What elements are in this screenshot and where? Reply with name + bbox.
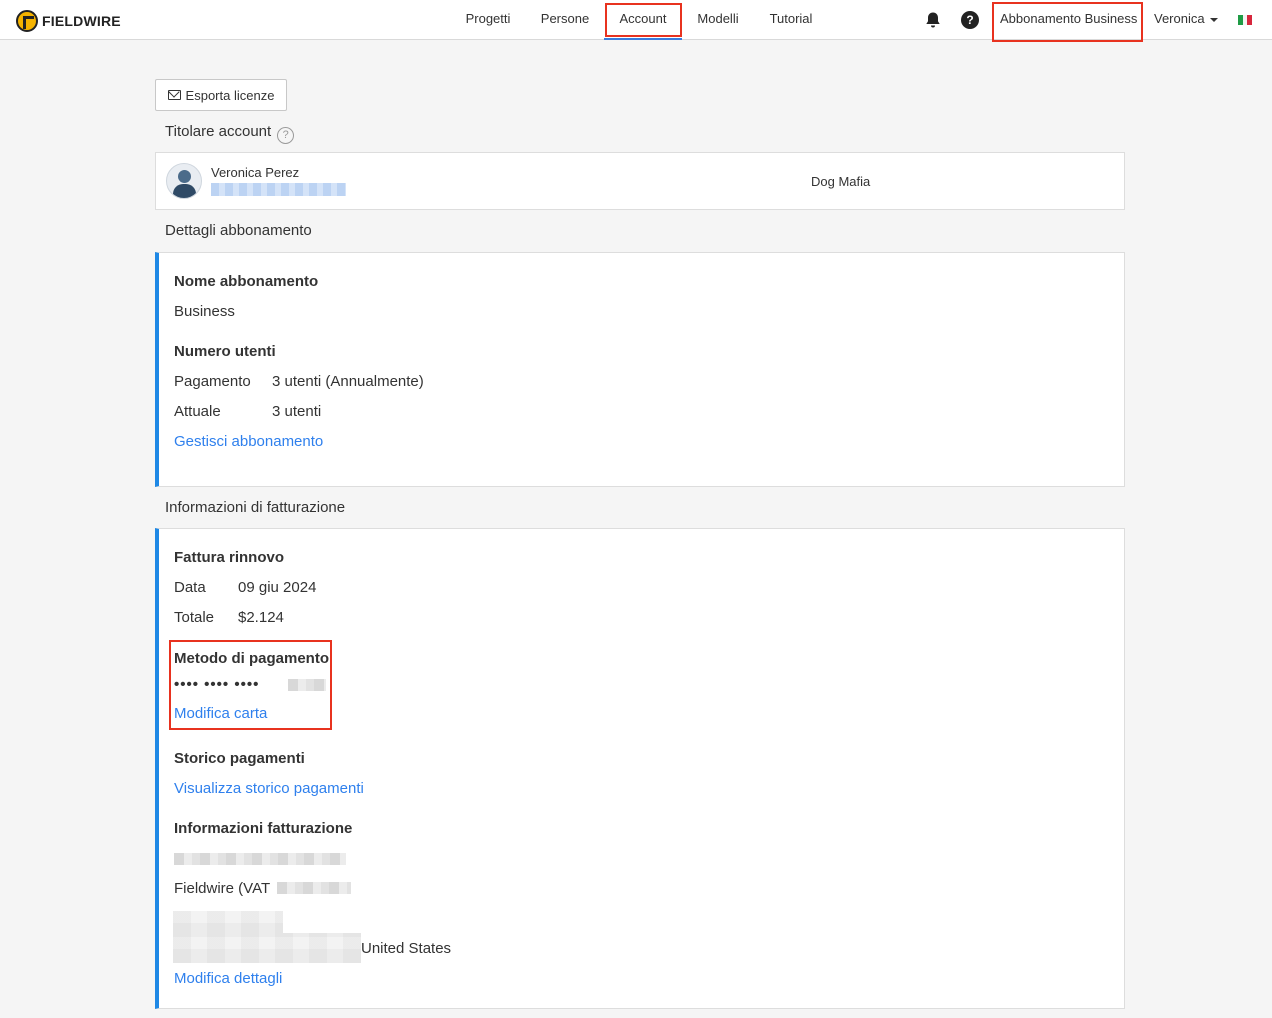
user-name: Veronica: [1154, 11, 1205, 26]
users-count-label: Numero utenti: [174, 343, 276, 360]
export-licenses-label: Esporta licenze: [185, 87, 275, 103]
subscription-plan-label[interactable]: Abbonamento Business: [1000, 11, 1137, 26]
card-last-digits-redacted: [288, 679, 326, 691]
payment-method-label: Metodo di pagamento: [174, 650, 329, 667]
nav-modelli[interactable]: Modelli: [690, 0, 746, 40]
brand-name: FIELDWIRE: [42, 13, 121, 29]
top-nav-bar: FIELDWIRE Progetti Persone Account Model…: [0, 0, 1272, 40]
billing-card: Fattura rinnovo Data 09 giu 2024 Totale …: [155, 528, 1125, 1009]
owner-card: Veronica Perez Dog Mafia: [155, 152, 1125, 210]
owner-email-redacted: [211, 183, 346, 196]
billing-country: United States: [361, 940, 452, 957]
export-licenses-button[interactable]: Esporta licenze: [155, 79, 287, 111]
nav-account[interactable]: Account: [604, 0, 682, 40]
plan-name-label: Nome abbonamento: [174, 273, 319, 290]
nav-persone[interactable]: Persone: [536, 0, 594, 40]
billing-section-title: Informazioni di fatturazione: [165, 499, 346, 516]
payment-users-value: 3 utenti (Annualmente): [272, 373, 424, 390]
italy-flag-icon[interactable]: [1238, 15, 1253, 25]
owner-section-title: Titolare account?: [165, 123, 295, 144]
manage-subscription-link[interactable]: Gestisci abbonamento: [174, 433, 323, 450]
renewal-date-label: Data: [174, 579, 206, 596]
edit-details-link[interactable]: Modifica dettagli: [174, 970, 282, 987]
renewal-date-value: 09 giu 2024: [238, 579, 317, 596]
fieldwire-logo[interactable]: FIELDWIRE: [16, 10, 121, 32]
vat-number-redacted: [277, 882, 351, 894]
subscription-section-title: Dettagli abbonamento: [165, 222, 312, 239]
help-icon[interactable]: ?: [961, 11, 979, 29]
renewal-total-value: $2.124: [238, 609, 284, 626]
current-users-label: Attuale: [174, 403, 221, 420]
avatar: [166, 163, 202, 199]
chevron-down-icon: [1209, 17, 1218, 22]
envelope-icon: [167, 90, 181, 100]
view-payment-history-link[interactable]: Visualizza storico pagamenti: [174, 780, 364, 797]
nav-tutorial[interactable]: Tutorial: [762, 0, 820, 40]
renewal-invoice-label: Fattura rinnovo: [174, 549, 285, 566]
plan-name-value: Business: [174, 303, 235, 320]
billing-info-label: Informazioni fatturazione: [174, 820, 353, 837]
question-circle-icon[interactable]: ?: [277, 127, 295, 144]
renewal-total-label: Totale: [174, 609, 215, 626]
fieldwire-logo-icon: [16, 10, 38, 32]
billing-company: Fieldwire (VAT: [174, 880, 271, 897]
current-users-value: 3 utenti: [272, 403, 322, 420]
owner-company: Dog Mafia: [811, 174, 871, 189]
billing-email-redacted: [174, 853, 346, 865]
card-number-masked: •••• •••• ••••: [174, 676, 260, 693]
nav-progetti[interactable]: Progetti: [459, 0, 517, 40]
subscription-card: Nome abbonamento Business Numero utenti …: [155, 252, 1125, 487]
user-menu[interactable]: Veronica: [1154, 11, 1218, 26]
payment-history-label: Storico pagamenti: [174, 750, 305, 767]
owner-name: Veronica Perez: [211, 165, 300, 180]
payment-users-label: Pagamento: [174, 373, 251, 390]
address-line-redacted: [173, 933, 361, 963]
edit-card-link[interactable]: Modifica carta: [174, 705, 267, 722]
bell-icon[interactable]: [924, 11, 942, 29]
